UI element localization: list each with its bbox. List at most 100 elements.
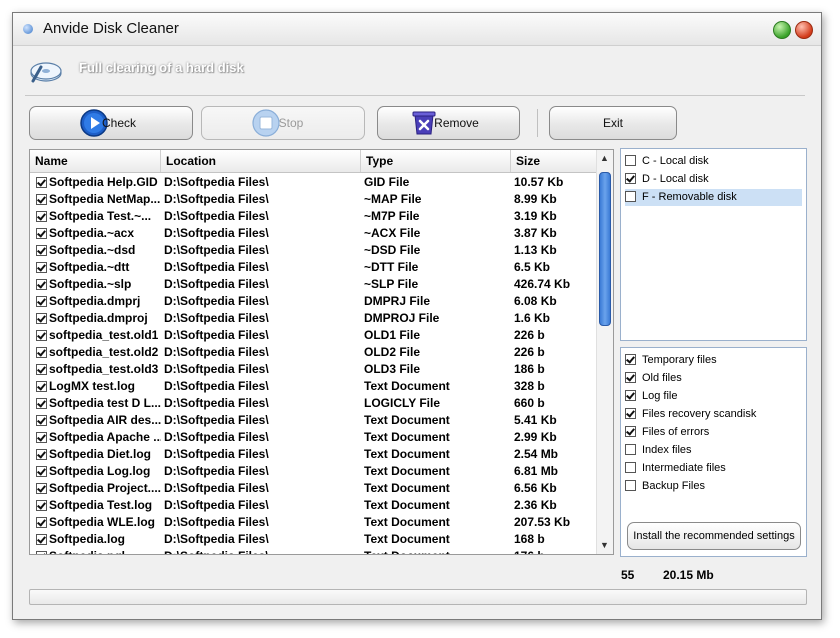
- category-list[interactable]: Temporary files Old files Log file Files re…: [620, 347, 807, 557]
- table-row[interactable]: Softpedia Test.log D:\Softpedia Files\ Tex…: [30, 497, 596, 514]
- install-recommended-button[interactable]: Install the recommended settings: [627, 522, 801, 550]
- category-item[interactable]: Log file: [625, 388, 679, 405]
- category-item[interactable]: Intermediate files: [625, 460, 728, 477]
- row-checkbox[interactable]: [36, 483, 47, 494]
- drive-item[interactable]: F - Removable disk: [625, 189, 802, 206]
- check-button[interactable]: Check: [29, 106, 193, 140]
- category-item[interactable]: Index files: [625, 442, 694, 459]
- row-checkbox[interactable]: [36, 211, 47, 222]
- row-checkbox[interactable]: [36, 517, 47, 528]
- table-row[interactable]: Softpedia.log D:\Softpedia Files\ Text Doc…: [30, 531, 596, 548]
- column-header-size[interactable]: Size: [511, 150, 596, 172]
- exit-button[interactable]: Exit: [549, 106, 677, 140]
- table-row[interactable]: softpedia_test.old1 D:\Softpedia Files\ OL…: [30, 327, 596, 344]
- cell-name: Softpedia.pgl: [49, 548, 161, 554]
- category-item[interactable]: Old files: [625, 370, 684, 387]
- row-checkbox[interactable]: [36, 347, 47, 358]
- column-header-type[interactable]: Type: [361, 150, 511, 172]
- row-checkbox[interactable]: [36, 398, 47, 409]
- table-row[interactable]: Softpedia.~slp D:\Softpedia Files\ ~SLP Fi…: [30, 276, 596, 293]
- column-header-name[interactable]: Name: [30, 150, 161, 172]
- table-row[interactable]: Softpedia NetMap... D:\Softpedia Files\ ~M…: [30, 191, 596, 208]
- row-checkbox[interactable]: [36, 262, 47, 273]
- category-item[interactable]: Temporary files: [625, 352, 719, 369]
- scroll-down-icon[interactable]: ▼: [600, 540, 609, 550]
- drive-label: D - Local disk: [642, 173, 709, 185]
- row-checkbox[interactable]: [36, 432, 47, 443]
- row-checkbox[interactable]: [36, 330, 47, 341]
- table-row[interactable]: Softpedia Log.log D:\Softpedia Files\ Text…: [30, 463, 596, 480]
- cell-size: 1.6 Kb: [514, 311, 551, 325]
- drive-checkbox[interactable]: [625, 173, 636, 184]
- file-list[interactable]: Name Location Type Size Softpedia Help.G…: [29, 149, 614, 555]
- category-checkbox[interactable]: [625, 480, 636, 491]
- title-bar[interactable]: Anvide Disk Cleaner: [13, 13, 821, 46]
- drive-checkbox[interactable]: [625, 191, 636, 202]
- row-checkbox[interactable]: [36, 466, 47, 477]
- table-row[interactable]: Softpedia Help.GID D:\Softpedia Files\ GID…: [30, 174, 596, 191]
- table-row[interactable]: LogMX test.log D:\Softpedia Files\ Text Do…: [30, 378, 596, 395]
- row-checkbox[interactable]: [36, 296, 47, 307]
- table-row[interactable]: Softpedia Diet.log D:\Softpedia Files\ Tex…: [30, 446, 596, 463]
- row-checkbox[interactable]: [36, 449, 47, 460]
- table-row[interactable]: Softpedia test D L... D:\Softpedia Files\…: [30, 395, 596, 412]
- cell-location: D:\Softpedia Files\: [164, 328, 269, 342]
- cell-type: Text Document: [364, 447, 450, 461]
- cell-size: 6.56 Kb: [514, 481, 557, 495]
- row-checkbox[interactable]: [36, 313, 47, 324]
- stop-button[interactable]: Stop: [201, 106, 365, 140]
- table-row[interactable]: Softpedia.dmprj D:\Softpedia Files\ DMPRJ …: [30, 293, 596, 310]
- category-item[interactable]: Files recovery scandisk: [625, 406, 758, 423]
- cell-type: LOGICLY File: [364, 396, 441, 410]
- cell-size: 176 b: [514, 548, 596, 554]
- category-checkbox[interactable]: [625, 390, 636, 401]
- drive-item[interactable]: C - Local disk: [625, 153, 711, 170]
- row-checkbox[interactable]: [36, 534, 47, 545]
- table-row[interactable]: Softpedia Apache ... D:\Softpedia Files\ T…: [30, 429, 596, 446]
- cell-name: Softpedia.~slp: [49, 277, 132, 291]
- category-item[interactable]: Files of errors: [625, 424, 711, 441]
- category-item[interactable]: Backup Files: [625, 478, 707, 495]
- table-row[interactable]: softpedia_test.old3 D:\Softpedia Files\ OL…: [30, 361, 596, 378]
- row-checkbox[interactable]: [36, 364, 47, 375]
- row-checkbox[interactable]: [36, 194, 47, 205]
- table-row[interactable]: Softpedia.~dsd D:\Softpedia Files\ ~DSD Fi…: [30, 242, 596, 259]
- table-row[interactable]: softpedia_test.old2 D:\Softpedia Files\ OL…: [30, 344, 596, 361]
- row-checkbox[interactable]: [36, 279, 47, 290]
- row-checkbox[interactable]: [36, 245, 47, 256]
- row-checkbox[interactable]: [36, 381, 47, 392]
- table-row[interactable]: Softpedia.dmproj D:\Softpedia Files\ DMPRO…: [30, 310, 596, 327]
- drive-list[interactable]: C - Local disk D - Local disk F - Removabl…: [620, 148, 807, 341]
- file-list-scrollbar[interactable]: ▲ ▼: [596, 150, 613, 554]
- table-row[interactable]: Softpedia.~acx D:\Softpedia Files\ ~ACX Fi…: [30, 225, 596, 242]
- row-checkbox[interactable]: [36, 551, 47, 554]
- table-row[interactable]: Softpedia AIR des... D:\Softpedia Files\ T…: [30, 412, 596, 429]
- row-checkbox[interactable]: [36, 415, 47, 426]
- table-row[interactable]: Softpedia Test.~... D:\Softpedia Files\ ~M…: [30, 208, 596, 225]
- drive-item[interactable]: D - Local disk: [625, 171, 711, 188]
- drive-checkbox[interactable]: [625, 155, 636, 166]
- table-row[interactable]: Softpedia.pglD:\Softpedia Files\ Text Doc…: [30, 548, 596, 554]
- cell-type: Text Document: [364, 515, 450, 529]
- category-checkbox[interactable]: [625, 444, 636, 455]
- row-checkbox[interactable]: [36, 500, 47, 511]
- scroll-up-icon[interactable]: ▲: [600, 153, 609, 163]
- table-row[interactable]: Softpedia.~dtt D:\Softpedia Files\ ~DTT Fi…: [30, 259, 596, 276]
- scroll-thumb[interactable]: [599, 172, 611, 326]
- category-checkbox[interactable]: [625, 462, 636, 473]
- category-checkbox[interactable]: [625, 426, 636, 437]
- table-row[interactable]: Softpedia Project.... D:\Softpedia Files\…: [30, 480, 596, 497]
- row-checkbox[interactable]: [36, 177, 47, 188]
- remove-button[interactable]: Remove: [377, 106, 520, 140]
- cell-location: D:\Softpedia Files\: [164, 345, 269, 359]
- category-checkbox[interactable]: [625, 372, 636, 383]
- category-checkbox[interactable]: [625, 408, 636, 419]
- header-subtitle: Full clearing of a hard disk: [79, 60, 244, 75]
- table-row[interactable]: Softpedia WLE.log D:\Softpedia Files\ Text…: [30, 514, 596, 531]
- close-button[interactable]: [795, 21, 813, 39]
- maximize-button[interactable]: [773, 21, 791, 39]
- row-checkbox[interactable]: [36, 228, 47, 239]
- category-checkbox[interactable]: [625, 354, 636, 365]
- cell-type: ~DTT File: [364, 260, 419, 274]
- column-header-location[interactable]: Location: [161, 150, 361, 172]
